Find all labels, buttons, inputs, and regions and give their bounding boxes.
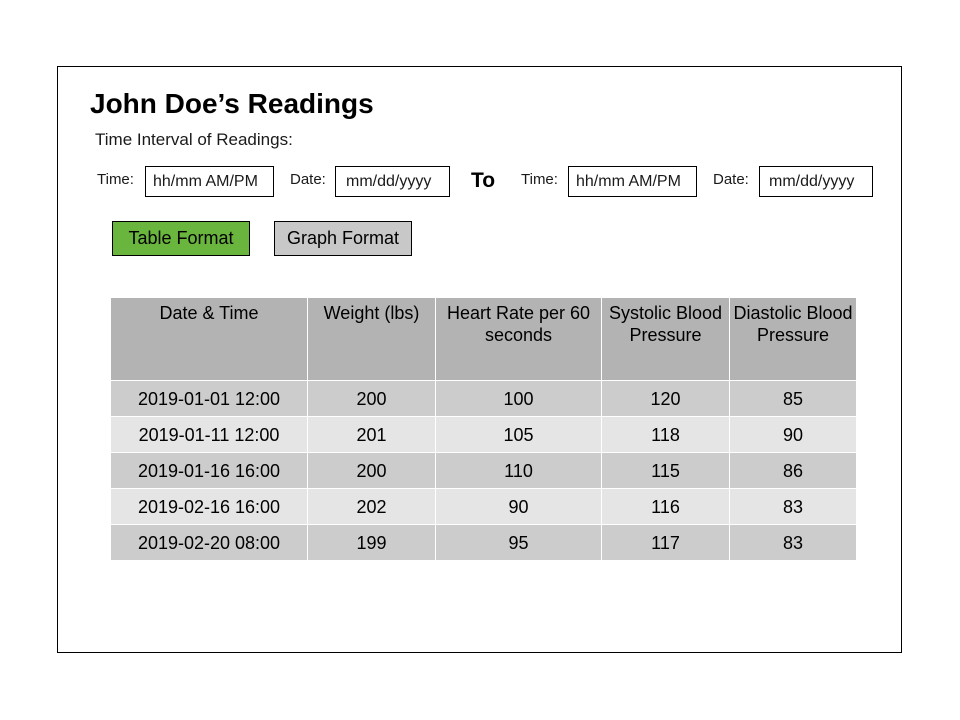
header-weight: Weight (lbs)	[307, 297, 436, 381]
cell-date-time: 2019-01-01 12:00	[110, 380, 308, 417]
end-time-input[interactable]	[568, 166, 697, 197]
cell-weight: 201	[307, 416, 436, 453]
table-row: 2019-01-11 12:00 201 105 118 90	[110, 416, 857, 453]
cell-diastolic: 86	[729, 452, 857, 489]
cell-diastolic: 85	[729, 380, 857, 417]
cell-heart-rate: 105	[435, 416, 602, 453]
table-row: 2019-02-20 08:00 199 95 117 83	[110, 524, 857, 561]
header-date-time: Date & Time	[110, 297, 308, 381]
start-date-label: Date:	[290, 171, 326, 188]
start-time-label: Time:	[97, 171, 134, 188]
cell-diastolic: 83	[729, 524, 857, 561]
header-diastolic: Diastolic Blood Pressure	[729, 297, 857, 381]
cell-heart-rate: 100	[435, 380, 602, 417]
table-format-button[interactable]: Table Format	[112, 221, 250, 256]
page-title: John Doe’s Readings	[90, 88, 374, 119]
start-date-input[interactable]	[335, 166, 450, 197]
end-date-input[interactable]	[759, 166, 873, 197]
table-row: 2019-01-16 16:00 200 110 115 86	[110, 452, 857, 489]
cell-systolic: 120	[601, 380, 730, 417]
cell-heart-rate: 90	[435, 488, 602, 525]
end-date-label: Date:	[713, 171, 749, 188]
cell-systolic: 117	[601, 524, 730, 561]
cell-weight: 200	[307, 380, 436, 417]
cell-date-time: 2019-02-16 16:00	[110, 488, 308, 525]
cell-weight: 199	[307, 524, 436, 561]
cell-date-time: 2019-02-20 08:00	[110, 524, 308, 561]
cell-weight: 200	[307, 452, 436, 489]
table-row: 2019-01-01 12:00 200 100 120 85	[110, 380, 857, 417]
cell-diastolic: 90	[729, 416, 857, 453]
cell-heart-rate: 110	[435, 452, 602, 489]
table-row: 2019-02-16 16:00 202 90 116 83	[110, 488, 857, 525]
header-heart-rate: Heart Rate per 60 seconds	[435, 297, 602, 381]
header-systolic: Systolic Blood Pressure	[601, 297, 730, 381]
cell-systolic: 118	[601, 416, 730, 453]
graph-format-button[interactable]: Graph Format	[274, 221, 412, 256]
readings-table: Date & Time Weight (lbs) Heart Rate per …	[110, 297, 857, 561]
interval-heading: Time Interval of Readings:	[95, 130, 293, 149]
cell-systolic: 116	[601, 488, 730, 525]
interval-to-label: To	[471, 169, 496, 192]
cell-systolic: 115	[601, 452, 730, 489]
cell-heart-rate: 95	[435, 524, 602, 561]
cell-weight: 202	[307, 488, 436, 525]
start-time-input[interactable]	[145, 166, 274, 197]
cell-date-time: 2019-01-16 16:00	[110, 452, 308, 489]
cell-date-time: 2019-01-11 12:00	[110, 416, 308, 453]
table-header-row: Date & Time Weight (lbs) Heart Rate per …	[110, 297, 857, 381]
end-time-label: Time:	[521, 171, 558, 188]
cell-diastolic: 83	[729, 488, 857, 525]
